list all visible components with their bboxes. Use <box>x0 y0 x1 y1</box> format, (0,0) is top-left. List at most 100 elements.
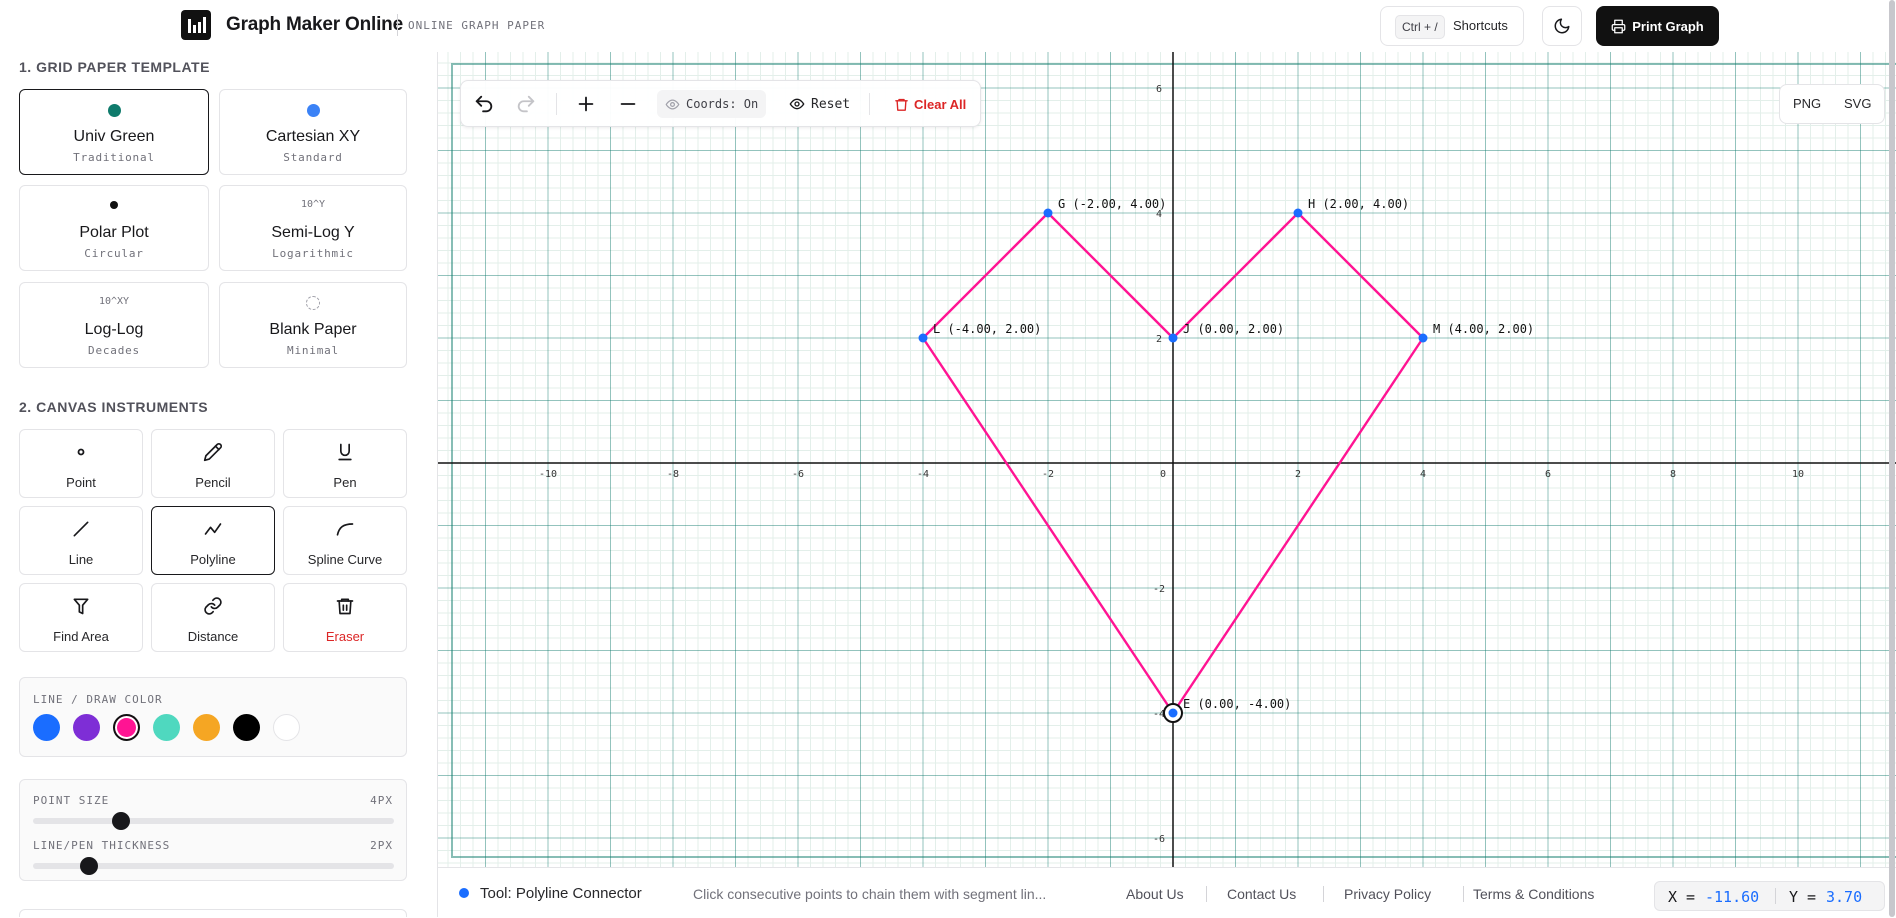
link-divider <box>1206 886 1207 902</box>
template-log-log[interactable]: 10^XY Log-Log Decades <box>19 282 209 368</box>
graph-canvas[interactable]: -10 -8 -6 -4 -2 0 2 4 6 8 10 6 4 2 -2 -4 -6 G (-2.00, 4.0… <box>438 52 1896 867</box>
x-tick-label: 8 <box>1670 469 1676 480</box>
link-privacy[interactable]: Privacy Policy <box>1344 886 1431 902</box>
x-tick-label: -2 <box>1042 469 1054 480</box>
eye-icon <box>789 98 805 110</box>
print-graph-button[interactable]: Print Graph <box>1596 6 1719 46</box>
theme-toggle-button[interactable] <box>1542 6 1582 46</box>
redo-button[interactable] <box>515 81 537 127</box>
point-label: G (-2.00, 4.00) <box>1058 197 1166 211</box>
template-name: Log-Log <box>84 321 144 338</box>
tool-point[interactable]: Point <box>19 429 143 498</box>
undo-icon <box>475 95 493 113</box>
moon-icon <box>1554 18 1570 34</box>
status-dot-icon <box>459 888 469 898</box>
toolbar-divider <box>869 93 870 115</box>
template-semi-log-y[interactable]: 10^Y Semi-Log Y Logarithmic <box>219 185 407 271</box>
point-marker <box>1418 333 1428 343</box>
zoom-out-button[interactable] <box>617 81 639 127</box>
point-marker <box>1168 708 1178 718</box>
color-swatch[interactable] <box>33 714 60 741</box>
tool-line[interactable]: Line <box>19 506 143 575</box>
point-size-slider[interactable] <box>33 812 394 830</box>
template-blank-paper[interactable]: Blank Paper Minimal <box>219 282 407 368</box>
point-label: M (4.00, 2.00) <box>1433 322 1534 336</box>
graph-background <box>438 52 1896 867</box>
tool-spline-curve[interactable]: Spline Curve <box>283 506 407 575</box>
y-tick-label: 6 <box>1156 84 1162 95</box>
clear-all-button[interactable]: Clear All <box>894 81 966 127</box>
coords-toggle[interactable]: Coords: On <box>657 90 767 118</box>
export-svg-button[interactable]: SVG <box>1844 96 1871 111</box>
color-swatch[interactable] <box>73 714 100 741</box>
current-tool: Tool: Polyline Connector <box>480 885 642 902</box>
tool-label: Find Area <box>53 629 109 644</box>
loglog-icon: 10^XY <box>98 296 130 307</box>
color-swatch[interactable] <box>153 714 180 741</box>
brand-subtitle: ONLINE GRAPH PAPER <box>408 19 546 32</box>
template-cartesian-xy[interactable]: Cartesian XY Standard <box>219 89 407 175</box>
status-footer: Tool: Polyline Connector Click consecuti… <box>438 867 1896 918</box>
template-name: Polar Plot <box>79 224 149 241</box>
brand-divider <box>397 14 398 36</box>
x-tick-label: 0 <box>1160 469 1166 480</box>
pen-icon <box>338 443 352 461</box>
x-tick-label: -10 <box>539 469 557 480</box>
undo-button[interactable] <box>473 81 495 127</box>
page-scrollbar[interactable] <box>1889 0 1895 917</box>
area-icon <box>73 598 89 615</box>
semilog-icon: 10^Y <box>300 199 326 210</box>
template-sub: Standard <box>283 151 343 164</box>
shortcuts-button[interactable]: Ctrl + / Shortcuts <box>1380 6 1524 46</box>
tool-distance[interactable]: Distance <box>151 583 275 652</box>
canvas-toolbar: Coords: On Reset Clear All <box>460 80 981 127</box>
color-swatch[interactable] <box>113 714 140 741</box>
tool-pen[interactable]: Pen <box>283 429 407 498</box>
brand-name[interactable]: Graph Maker Online <box>226 14 403 36</box>
tool-find-area[interactable]: Find Area <box>19 583 143 652</box>
zoom-in-button[interactable] <box>575 81 597 127</box>
template-univ-green[interactable]: Univ Green Traditional <box>19 89 209 175</box>
point-size-label: POINT SIZE <box>33 794 110 807</box>
graph-svg[interactable]: -10 -8 -6 -4 -2 0 2 4 6 8 10642-2-4-6G (-2.00, 4.0… <box>438 52 1896 867</box>
tool-pencil[interactable]: Pencil <box>151 429 275 498</box>
spline-icon <box>336 523 354 536</box>
template-polar-plot[interactable]: Polar Plot Circular <box>19 185 209 271</box>
coords-label: Coords: On <box>686 97 759 111</box>
line-icon <box>73 521 89 537</box>
export-png-button[interactable]: PNG <box>1793 96 1821 111</box>
tool-label: Point <box>66 475 96 490</box>
tool-label: Eraser <box>325 629 365 644</box>
trash-icon <box>895 98 908 111</box>
size-panel: POINT SIZE 4PX LINE/PEN THICKNESS 2PX <box>19 779 407 881</box>
color-swatch[interactable] <box>233 714 260 741</box>
toolbar-divider <box>556 93 557 115</box>
point-label: E (0.00, -4.00) <box>1183 697 1291 711</box>
logo-icon[interactable] <box>181 10 211 40</box>
template-sub: Logarithmic <box>272 247 354 260</box>
point-marker <box>1293 208 1303 218</box>
thickness-knob[interactable] <box>79 857 98 875</box>
color-swatch[interactable] <box>193 714 220 741</box>
link-terms[interactable]: Terms & Conditions <box>1473 886 1594 902</box>
template-name: Semi-Log Y <box>271 224 355 241</box>
color-swatch[interactable] <box>273 714 300 741</box>
cursor-coords: X = -11.60 Y = 3.70 <box>1654 881 1885 911</box>
link-about[interactable]: About Us <box>1126 886 1184 902</box>
y-value: 3.70 <box>1826 888 1863 906</box>
tool-polyline[interactable]: Polyline <box>151 506 275 575</box>
template-sub: Traditional <box>73 151 155 164</box>
polyline-icon <box>204 523 222 535</box>
template-sub: Minimal <box>287 344 339 357</box>
reset-button[interactable]: Reset <box>789 81 850 127</box>
tool-eraser[interactable]: Eraser <box>283 583 407 652</box>
tool-label: Pen <box>333 475 357 490</box>
plus-icon <box>578 96 594 112</box>
thickness-slider[interactable] <box>33 857 394 875</box>
x-key: X = <box>1668 888 1696 906</box>
link-contact[interactable]: Contact Us <box>1227 886 1296 902</box>
tool-hint: Click consecutive points to chain them w… <box>693 886 1047 902</box>
link-icon <box>204 597 222 615</box>
point-size-knob[interactable] <box>112 812 131 830</box>
green-dot-icon <box>107 104 121 117</box>
